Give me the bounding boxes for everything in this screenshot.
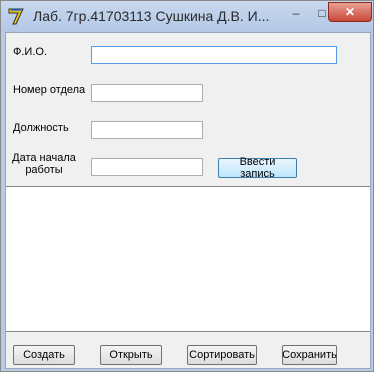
department-input[interactable] <box>91 84 203 102</box>
sort-button[interactable]: Сортировать <box>187 345 257 365</box>
start-date-label: Дата начала работы <box>12 152 76 176</box>
fio-input[interactable] <box>91 46 337 64</box>
title-bar[interactable]: Лаб. 7гр.41703113 Сушкина Д.В. И... – □ … <box>1 1 373 32</box>
form-client-area: Ф.И.О. Номер отдела Должность Дата начал… <box>5 32 371 369</box>
enter-record-button[interactable]: Ввести запись <box>218 156 297 180</box>
app-window: Лаб. 7гр.41703113 Сушкина Д.В. И... – □ … <box>0 0 374 372</box>
window-title: Лаб. 7гр.41703113 Сушкина Д.В. И... <box>33 8 270 24</box>
save-button[interactable]: Сохранить <box>282 345 337 365</box>
close-icon: ✕ <box>344 5 356 19</box>
minimize-button[interactable]: – <box>283 4 309 21</box>
maximize-icon: □ <box>318 5 326 20</box>
department-label: Номер отдела <box>13 84 86 96</box>
fio-label: Ф.И.О. <box>13 46 47 58</box>
minimize-icon: – <box>292 5 300 20</box>
records-list[interactable] <box>6 186 370 332</box>
start-date-input[interactable] <box>91 158 203 176</box>
open-button[interactable]: Открыть <box>100 345 162 365</box>
app-icon[interactable] <box>6 6 26 26</box>
close-button[interactable]: ✕ <box>328 2 372 22</box>
position-input[interactable] <box>91 121 203 139</box>
position-label: Должность <box>13 122 69 134</box>
create-button[interactable]: Создать <box>13 345 75 365</box>
